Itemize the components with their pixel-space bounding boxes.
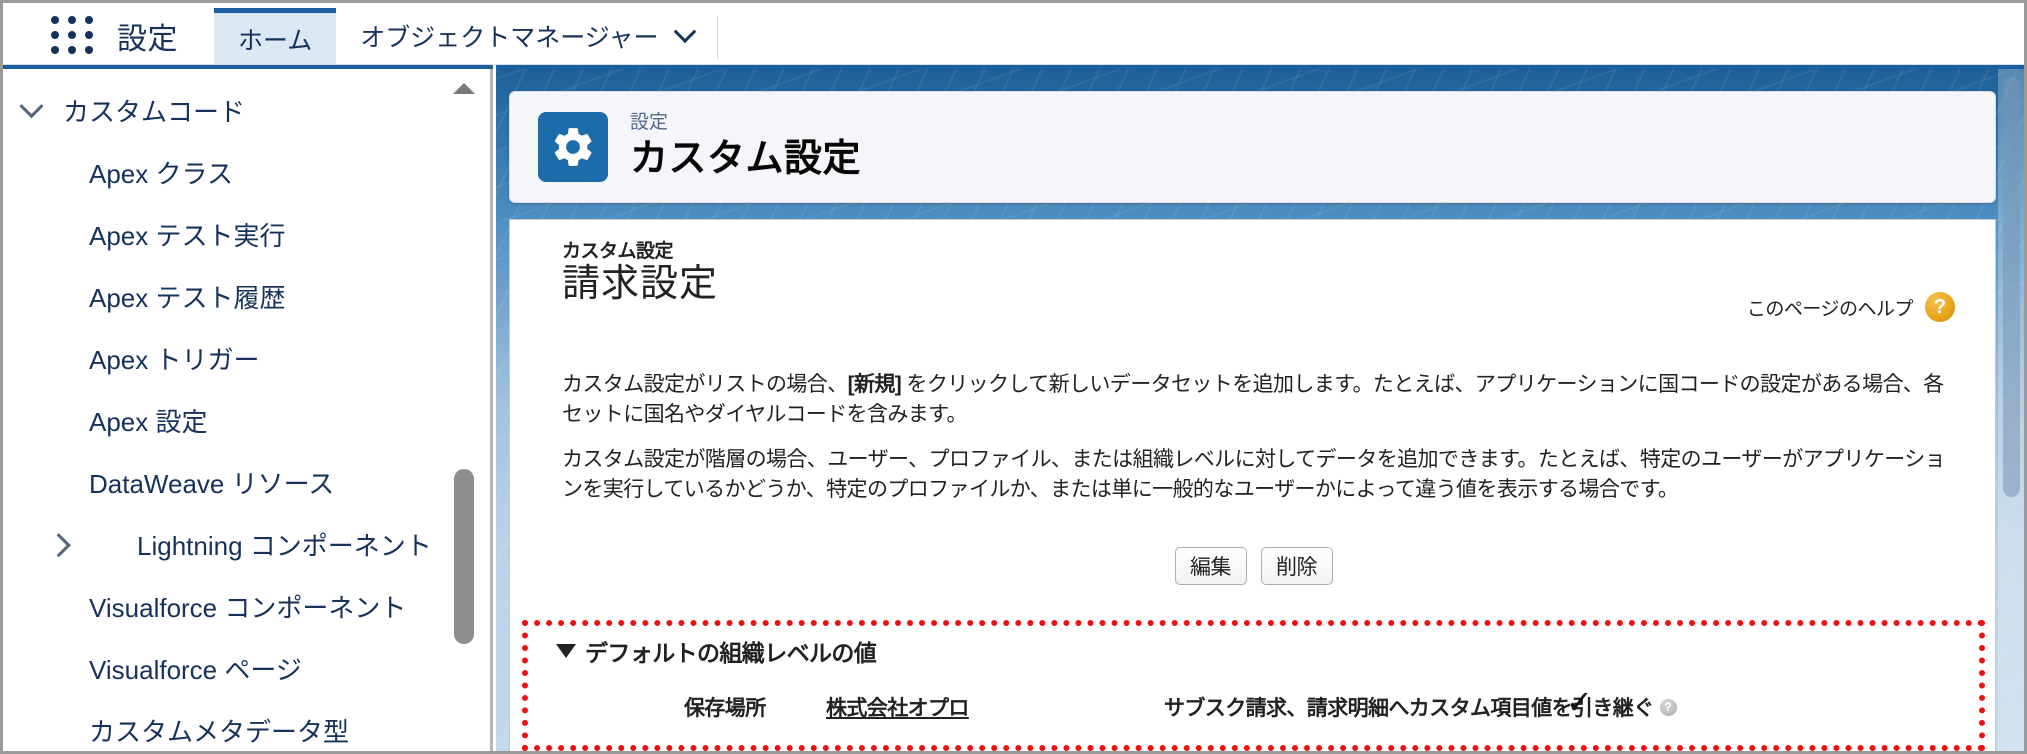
panel-title-block: カスタム設定 請求設定: [562, 242, 718, 306]
page-header-card: 設定 カスタム設定: [509, 91, 1996, 203]
sidebar-item-label: Apex 設定: [3, 402, 208, 439]
tab-home[interactable]: ホーム: [214, 8, 336, 64]
sidebar-tree: カスタムコード Apex クラス Apex テスト実行 Apex テスト履歴 A…: [3, 69, 463, 754]
sidebar-item-apex-classes[interactable]: Apex クラス: [3, 141, 463, 203]
sidebar-item-dataweave-resources[interactable]: DataWeave リソース: [3, 451, 463, 513]
sidebar-item-label: Apex テスト実行: [3, 216, 286, 253]
sidebar-item-label: Visualforce ページ: [3, 650, 302, 687]
org-default-section-label: デフォルトの組織レベルの値: [585, 634, 876, 668]
main-scrollbar[interactable]: [1998, 69, 2024, 754]
sidebar-scrollbar[interactable]: [451, 69, 477, 754]
question-mark-small-icon[interactable]: ?: [1660, 699, 1677, 716]
sidebar-item-apex-test-execution[interactable]: Apex テスト実行: [3, 203, 463, 265]
sidebar-item-apex-triggers[interactable]: Apex トリガー: [3, 327, 463, 389]
global-navigation-bar: 設定 ホーム オブジェクトマネージャー: [3, 3, 2027, 65]
panel-eyebrow: カスタム設定: [562, 242, 718, 263]
description-paragraph-2: カスタム設定が階層の場合、ユーザー、プロファイル、または組織レベルに対してデータ…: [562, 445, 1954, 506]
sidebar-item-visualforce-components[interactable]: Visualforce コンポーネント: [3, 575, 463, 637]
field-label-carryover-wrap: サブスク請求、請求明細へカスタム項目値を引き継ぐ ?: [1164, 692, 1677, 722]
org-default-field-row: 保存場所 株式会社オプロ サブスク請求、請求明細へカスタム項目値を引き継ぐ ? …: [556, 690, 1956, 730]
field-value-carryover-checkmark: ✓: [1566, 686, 1593, 718]
sidebar-item-apex-settings[interactable]: Apex 設定: [3, 389, 463, 451]
tab-object-manager-label: オブジェクトマネージャー: [360, 18, 658, 54]
main-scrollbar-thumb[interactable]: [2003, 77, 2020, 497]
tab-object-manager[interactable]: オブジェクトマネージャー: [336, 8, 666, 64]
sidebar-item-label: Apex テスト履歴: [3, 278, 286, 315]
action-button-row: 編集 削除: [510, 547, 1996, 585]
sidebar-item-label: Lightning コンポーネント: [115, 526, 432, 563]
sidebar-item-label: カスタムコード: [59, 92, 245, 129]
tab-home-label: ホーム: [238, 21, 312, 57]
app-launcher-icon[interactable]: [49, 15, 95, 55]
description-1-pre: カスタム設定がリストの場合、: [562, 373, 848, 396]
page-header-texts: 設定 カスタム設定: [630, 112, 861, 181]
app-window: 設定 ホーム オブジェクトマネージャー カスタムコード Apex クラス Ape…: [0, 0, 2027, 754]
sidebar-item-custom-code[interactable]: カスタムコード: [3, 79, 463, 141]
gear-icon: [538, 112, 608, 182]
page-header-eyebrow: 設定: [630, 112, 861, 135]
chevron-right-icon[interactable]: [3, 536, 115, 553]
delete-button[interactable]: 削除: [1261, 547, 1333, 585]
sidebar-item-label: Visualforce コンポーネント: [3, 588, 406, 625]
scroll-up-arrow-icon[interactable]: [451, 75, 477, 101]
sidebar-item-label: Apex クラス: [3, 154, 233, 191]
sidebar-item-custom-metadata-types[interactable]: カスタムメタデータ型: [3, 699, 463, 754]
sidebar-divider: [490, 69, 493, 754]
field-label-storage-location: 保存場所: [684, 692, 766, 722]
app-name-label: 設定: [117, 14, 178, 58]
sidebar-item-visualforce-pages[interactable]: Visualforce ページ: [3, 637, 463, 699]
custom-setting-detail-panel: カスタム設定 請求設定 このページのヘルプ ? カスタム設定がリストの場合、[新…: [509, 219, 1996, 752]
page-title: カスタム設定: [630, 138, 861, 182]
chevron-down-icon[interactable]: [667, 8, 717, 64]
main-content-area: 設定 カスタム設定 カスタム設定 請求設定 このページのヘルプ ? カスタム設定…: [496, 65, 2024, 754]
description-1-bold: [新規]: [848, 373, 902, 396]
org-default-section-header[interactable]: デフォルトの組織レベルの値: [556, 634, 876, 668]
page-help-link-label: このページのヘルプ: [1747, 294, 1913, 321]
triangle-down-icon[interactable]: [556, 644, 576, 658]
chevron-down-icon[interactable]: [3, 102, 59, 119]
sidebar-item-label: カスタムメタデータ型: [3, 712, 349, 749]
field-value-storage-location-link[interactable]: 株式会社オプロ: [826, 692, 969, 722]
edit-button[interactable]: 編集: [1175, 547, 1247, 585]
nav-divider: [717, 16, 718, 60]
page-help-link[interactable]: このページのヘルプ ?: [1747, 292, 1955, 322]
question-mark-badge-icon[interactable]: ?: [1925, 292, 1955, 322]
sidebar-item-apex-test-history[interactable]: Apex テスト履歴: [3, 265, 463, 327]
description-paragraph-1: カスタム設定がリストの場合、[新規] をクリックして新しいデータセットを追加しま…: [562, 370, 1954, 431]
sidebar-item-label: DataWeave リソース: [3, 464, 334, 501]
setup-sidebar: カスタムコード Apex クラス Apex テスト実行 Apex テスト履歴 A…: [3, 65, 493, 754]
panel-title: 請求設定: [562, 264, 718, 306]
sidebar-item-lightning-components[interactable]: Lightning コンポーネント: [3, 513, 463, 575]
sidebar-item-label: Apex トリガー: [3, 340, 260, 377]
sidebar-scrollbar-thumb[interactable]: [454, 469, 474, 644]
